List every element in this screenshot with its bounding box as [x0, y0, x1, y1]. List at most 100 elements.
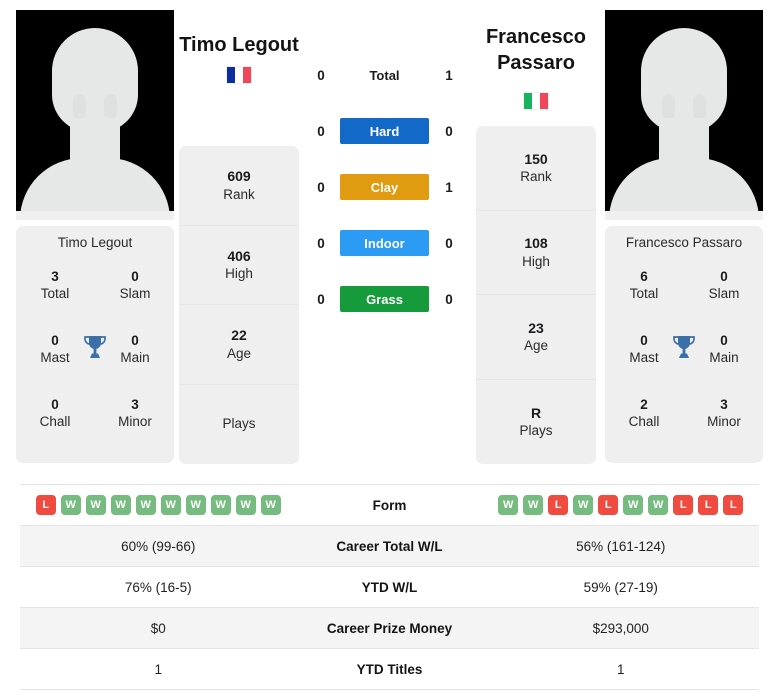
- rank-row: 609 Rank: [179, 146, 299, 226]
- rank-label: High: [522, 253, 550, 269]
- avatar-head-shape: [52, 28, 138, 132]
- rank-value: 23: [528, 319, 544, 336]
- titles-slam-value: 0: [131, 269, 139, 284]
- h2h-surface-label: Hard: [340, 118, 429, 144]
- h2h-left-score: 0: [317, 236, 325, 251]
- titles-minor-value: 3: [131, 397, 139, 412]
- avatar-head-shape: [641, 28, 727, 132]
- form-badge-loss: L: [548, 495, 569, 515]
- h2h-surface-label: Clay: [340, 174, 429, 200]
- rank-label: Rank: [223, 186, 255, 202]
- rank-row: 23 Age: [476, 295, 596, 380]
- rank-row: R Plays: [476, 380, 596, 465]
- h2h-row-hard: 0 Hard 0: [300, 118, 470, 174]
- form-badge-loss: L: [673, 495, 694, 515]
- h2h-left-score: 0: [317, 68, 325, 83]
- titles-minor: 3 Minor: [693, 396, 755, 431]
- avatar-ear-left: [73, 94, 86, 120]
- player-comparison-page: Timo Legout Francesco Passaro 0 Total 1 …: [0, 0, 779, 699]
- form-badge-win: W: [85, 495, 106, 515]
- titles-challenger: 0 Chall: [24, 396, 86, 431]
- flag-stripe-2: [235, 67, 243, 83]
- titles-slam-label: Slam: [708, 286, 740, 302]
- titles-total-label: Total: [40, 286, 70, 302]
- rank-row: 406 High: [179, 226, 299, 305]
- titles-challenger-value: 0: [51, 397, 59, 412]
- titles-total-label: Total: [629, 286, 659, 302]
- titles-challenger: 2 Chall: [613, 396, 675, 431]
- head-to-head-surfaces: 0 Total 1 0 Hard 0 0 Clay 1 0 Indoor 0 0: [300, 62, 470, 342]
- italy-flag: [523, 92, 549, 110]
- titles-masters-value: 0: [51, 333, 59, 348]
- form-badge-win: W: [135, 495, 156, 515]
- titles-total-value: 6: [640, 269, 648, 284]
- titles-minor-value: 3: [720, 397, 728, 412]
- form-badge-loss: L: [723, 495, 744, 515]
- h2h-right-score: 0: [445, 124, 453, 139]
- avatar-bottom-strip: [605, 211, 763, 220]
- table-row-form: LWWWWWWWWW Form WWLWLWWLLL: [20, 485, 759, 526]
- row-label-ytd-wl: YTD W/L: [361, 579, 418, 595]
- form-badge-loss: L: [698, 495, 719, 515]
- row-label-career-prize-money: Career Prize Money: [326, 620, 453, 636]
- career-prize-money-right: $293,000: [592, 620, 649, 636]
- titles-masters-value: 0: [640, 333, 648, 348]
- h2h-right-score: 1: [445, 180, 453, 195]
- titles-slam: 0 Slam: [104, 268, 166, 303]
- titles-card-player-name: Timo Legout: [57, 235, 133, 250]
- h2h-left-score: 0: [317, 292, 325, 307]
- form-badge-win: W: [185, 495, 206, 515]
- h2h-row-grass: 0 Grass 0: [300, 286, 470, 342]
- row-label-ytd-titles: YTD Titles: [356, 661, 423, 677]
- titles-main: 0 Main: [693, 332, 755, 367]
- form-badge-win: W: [498, 495, 519, 515]
- career-total-wl-left: 60% (99-66): [121, 538, 196, 554]
- rank-row: 22 Age: [179, 305, 299, 385]
- rank-label: Rank: [520, 169, 552, 185]
- titles-total: 6 Total: [613, 268, 675, 303]
- flag-stripe-1: [524, 93, 532, 109]
- h2h-left-score: 0: [317, 180, 325, 195]
- table-row-career-total-wl: 60% (99-66) Career Total W/L 56% (161-12…: [20, 526, 759, 567]
- h2h-surface-label: Grass: [340, 286, 429, 312]
- h2h-surface-label: Total: [369, 67, 400, 83]
- h2h-right-score: 0: [445, 236, 453, 251]
- player-name-left[interactable]: Timo Legout: [179, 33, 299, 59]
- career-prize-money-left: $0: [150, 620, 166, 636]
- form-right: WWLWLWWLLL: [483, 495, 760, 515]
- flag-stripe-1: [227, 67, 235, 83]
- titles-minor-label: Minor: [118, 414, 152, 430]
- form-badges-left: LWWWWWWWWW: [35, 495, 281, 515]
- rank-value: 150: [524, 150, 548, 167]
- ytd-wl-right: 59% (27-19): [583, 579, 658, 595]
- stats-comparison-table: LWWWWWWWWW Form WWLWLWWLLL 60% (99-66) C…: [20, 484, 759, 690]
- h2h-row-total: 0 Total 1: [300, 62, 470, 118]
- france-flag: [226, 66, 252, 84]
- form-badge-win: W: [235, 495, 256, 515]
- h2h-row-clay: 0 Clay 1: [300, 174, 470, 230]
- player-name-right[interactable]: Francesco Passaro: [476, 25, 596, 76]
- titles-slam-label: Slam: [119, 286, 151, 302]
- titles-main-label: Main: [120, 350, 150, 366]
- titles-minor: 3 Minor: [104, 396, 166, 431]
- rank-card-right: 150 Rank 108 High 23 Age R Plays: [476, 126, 596, 464]
- titles-masters: 0 Mast: [613, 332, 675, 367]
- titles-masters-label: Mast: [40, 350, 70, 366]
- form-badge-win: W: [573, 495, 594, 515]
- form-left: LWWWWWWWWW: [20, 495, 297, 515]
- ytd-wl-left: 76% (16-5): [124, 579, 192, 595]
- form-badge-loss: L: [598, 495, 619, 515]
- trophy-icon: [83, 334, 107, 365]
- flag-stripe-3: [540, 93, 548, 109]
- titles-total-value: 3: [51, 269, 59, 284]
- form-badge-loss: L: [35, 495, 56, 515]
- ytd-titles-right: 1: [616, 661, 625, 677]
- titles-main-value: 0: [131, 333, 139, 348]
- form-badge-win: W: [648, 495, 669, 515]
- titles-card-left: Timo Legout 3 Total 0 Slam 0 Mast 0 Main: [16, 226, 174, 463]
- row-label-career-total-wl: Career Total W/L: [336, 538, 443, 554]
- titles-card-right: Francesco Passaro 6 Total 0 Slam 0 Mast …: [605, 226, 763, 463]
- form-badge-win: W: [60, 495, 81, 515]
- avatar-left: [16, 10, 174, 220]
- rank-label: Age: [226, 345, 252, 361]
